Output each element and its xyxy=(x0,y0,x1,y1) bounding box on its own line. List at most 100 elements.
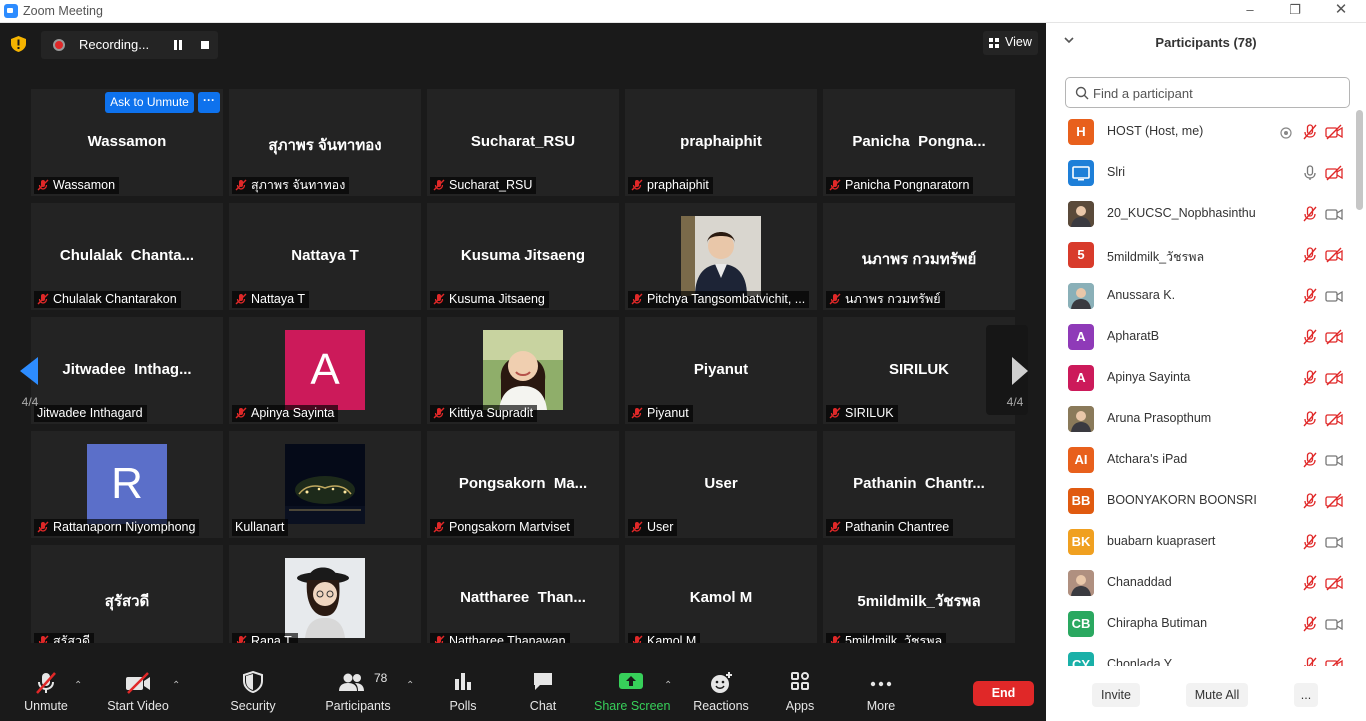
participant-row[interactable]: CB Chirapha Butiman xyxy=(1046,608,1356,649)
muted-mic-icon[interactable] xyxy=(1302,124,1318,140)
video-tile[interactable]: Nattaya T Nattaya T xyxy=(229,203,421,310)
tile-more-button[interactable]: ··· xyxy=(198,92,220,113)
muted-mic-icon[interactable] xyxy=(1302,575,1318,591)
video-tile[interactable]: Kamol M Kamol M xyxy=(625,545,817,652)
video-off-icon xyxy=(126,672,150,694)
video-tile[interactable]: praphaiphit praphaiphit xyxy=(625,89,817,196)
polls-button[interactable]: Polls xyxy=(442,643,484,721)
participant-search-input[interactable] xyxy=(1093,83,1343,103)
apps-button[interactable]: Apps xyxy=(780,643,820,721)
video-tile[interactable]: สุรัสวดี สุรัสวดี xyxy=(31,545,223,652)
video-tile[interactable]: 5mildmilk_วัชรพล 5mildmilk_วัชรพล xyxy=(823,545,1015,652)
video-camera-icon[interactable] xyxy=(1325,616,1343,632)
video-camera-icon[interactable] xyxy=(1325,288,1343,304)
muted-mic-icon[interactable] xyxy=(1302,493,1318,509)
ask-to-unmute-button[interactable]: Ask to Unmute xyxy=(105,92,194,113)
video-off-icon[interactable] xyxy=(1325,165,1343,181)
security-shield-icon[interactable] xyxy=(11,36,26,52)
start-video-button[interactable]: Start Video xyxy=(104,643,172,721)
video-tile[interactable]: Kusuma Jitsaeng Kusuma Jitsaeng xyxy=(427,203,619,310)
video-off-icon[interactable] xyxy=(1325,370,1343,386)
participant-list: H HOST (Host, me) Slri 20_KUCSC_Nopbhasinth… xyxy=(1046,116,1356,666)
restore-icon[interactable]: ❐ xyxy=(1285,2,1305,18)
muted-mic-icon[interactable] xyxy=(1302,288,1318,304)
video-off-icon[interactable] xyxy=(1325,657,1343,666)
participant-search[interactable] xyxy=(1065,77,1350,108)
close-icon[interactable]: ✕ xyxy=(1331,0,1351,18)
video-off-icon[interactable] xyxy=(1325,124,1343,140)
video-tile[interactable]: Chulalak Chanta... Chulalak Chantarakon xyxy=(31,203,223,310)
muted-mic-icon[interactable] xyxy=(1302,452,1318,468)
video-off-icon[interactable] xyxy=(1325,247,1343,263)
muted-mic-icon[interactable] xyxy=(1302,206,1318,222)
muted-mic-icon[interactable] xyxy=(1302,411,1318,427)
invite-button[interactable]: Invite xyxy=(1092,683,1140,707)
participant-row[interactable]: Anussara K. xyxy=(1046,280,1356,321)
video-tile[interactable]: User User xyxy=(625,431,817,538)
participant-row[interactable]: AI Atchara's iPad xyxy=(1046,444,1356,485)
participant-row[interactable]: CY Chonlada Y. xyxy=(1046,649,1356,666)
video-off-icon[interactable] xyxy=(1325,575,1343,591)
video-tile[interactable]: Piyanut Piyanut xyxy=(625,317,817,424)
pause-recording-icon[interactable] xyxy=(173,40,183,50)
participant-row[interactable]: H HOST (Host, me) xyxy=(1046,116,1356,157)
muted-mic-icon[interactable] xyxy=(1302,616,1318,632)
view-button[interactable]: View xyxy=(983,31,1038,55)
video-off-icon[interactable] xyxy=(1325,329,1343,345)
minimize-icon[interactable]: – xyxy=(1240,2,1260,17)
video-tile[interactable]: A Apinya Sayinta xyxy=(229,317,421,424)
more-button[interactable]: More xyxy=(860,643,902,721)
microphone-icon[interactable] xyxy=(1302,165,1318,181)
video-tile[interactable]: Panicha Pongna... Panicha Pongnaratorn xyxy=(823,89,1015,196)
video-tile[interactable]: Kittiya Supradit xyxy=(427,317,619,424)
muted-mic-icon[interactable] xyxy=(1302,247,1318,263)
stop-recording-icon[interactable] xyxy=(201,41,209,49)
share-options-caret-icon[interactable]: ⌃ xyxy=(664,680,672,691)
participant-name-label: Pitchya Tangsombatvichit, ... xyxy=(628,291,810,308)
participant-list-scrollbar[interactable] xyxy=(1356,110,1363,210)
video-tile[interactable]: สุภาพร จันทาทอง สุภาพร จันทาทอง xyxy=(229,89,421,196)
reactions-button[interactable]: Reactions xyxy=(692,643,750,721)
participants-count: 78 xyxy=(374,671,388,685)
video-tile[interactable]: Jitwadee Inthag... Jitwadee Inthagard xyxy=(31,317,223,424)
video-off-icon[interactable] xyxy=(1325,411,1343,427)
video-camera-icon[interactable] xyxy=(1325,206,1343,222)
muted-mic-icon[interactable] xyxy=(1302,657,1318,666)
chat-button[interactable]: Chat xyxy=(520,643,566,721)
panel-more-button[interactable]: ... xyxy=(1294,683,1318,707)
muted-mic-icon[interactable] xyxy=(1302,370,1318,386)
share-screen-button[interactable]: Share Screen xyxy=(594,643,670,721)
video-tile[interactable]: Rana T. xyxy=(229,545,421,652)
video-tile[interactable]: Kullanart xyxy=(229,431,421,538)
mute-all-button[interactable]: Mute All xyxy=(1186,683,1248,707)
video-options-caret-icon[interactable]: ⌃ xyxy=(172,680,180,691)
video-camera-icon[interactable] xyxy=(1325,452,1343,468)
participant-row[interactable]: Chanaddad xyxy=(1046,567,1356,608)
video-tile[interactable]: R Rattanaporn Niyomphong xyxy=(31,431,223,538)
video-off-icon[interactable] xyxy=(1325,493,1343,509)
participant-row[interactable]: A ApharatB xyxy=(1046,321,1356,362)
audio-options-caret-icon[interactable]: ⌃ xyxy=(74,680,82,691)
video-tile[interactable]: Pongsakorn Ma... Pongsakorn Martviset xyxy=(427,431,619,538)
participant-row[interactable]: BK buabarn kuaprasert xyxy=(1046,526,1356,567)
security-button[interactable]: Security xyxy=(226,643,280,721)
participant-row[interactable]: Slri xyxy=(1046,157,1356,198)
video-tile[interactable]: Pitchya Tangsombatvichit, ... xyxy=(625,203,817,310)
participant-row[interactable]: 20_KUCSC_Nopbhasinthu xyxy=(1046,198,1356,239)
muted-mic-icon[interactable] xyxy=(1302,534,1318,550)
video-tile[interactable]: นภาพร กวมทรัพย์ นภาพร กวมทรัพย์ xyxy=(823,203,1015,310)
end-meeting-button[interactable]: End xyxy=(973,681,1034,706)
participant-row[interactable]: 5 5mildmilk_วัชรพล xyxy=(1046,239,1356,280)
participant-row[interactable]: Aruna Prasopthum xyxy=(1046,403,1356,444)
participant-row[interactable]: BB BOONYAKORN BOONSRI xyxy=(1046,485,1356,526)
video-camera-icon[interactable] xyxy=(1325,534,1343,550)
video-tile[interactable]: Pathanin Chantr... Pathanin Chantree xyxy=(823,431,1015,538)
participants-button[interactable]: 78 Participants xyxy=(324,643,392,721)
video-tile[interactable]: Nattharee Than... Nattharee Thanawan xyxy=(427,545,619,652)
video-tile[interactable]: Sucharat_RSU Sucharat_RSU xyxy=(427,89,619,196)
muted-mic-icon[interactable] xyxy=(1302,329,1318,345)
unmute-button[interactable]: Unmute xyxy=(16,643,76,721)
participants-options-caret-icon[interactable]: ⌃ xyxy=(406,680,414,691)
participant-row[interactable]: A Apinya Sayinta xyxy=(1046,362,1356,403)
participant-avatar xyxy=(1068,160,1094,186)
